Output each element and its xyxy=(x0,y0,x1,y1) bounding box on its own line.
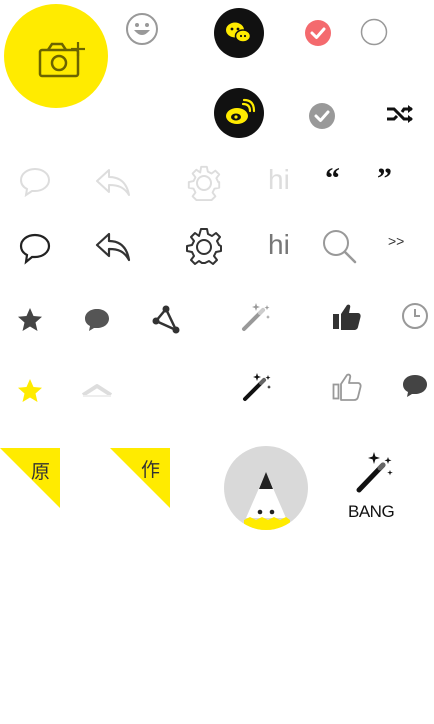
work-badge-label: 作 xyxy=(141,459,161,481)
chevron-up-icon[interactable] xyxy=(80,380,114,400)
weibo-icon[interactable] xyxy=(214,88,264,138)
thumbs-up-outline-icon[interactable] xyxy=(331,372,363,402)
settings-light-icon[interactable] xyxy=(185,164,223,202)
reply-light-icon[interactable] xyxy=(94,166,132,198)
thumbs-up-filled-icon[interactable] xyxy=(331,302,363,332)
magic-wand-icon[interactable] xyxy=(240,370,274,404)
open-quote-label: “ xyxy=(325,162,340,195)
chat-bubble-dark-icon[interactable] xyxy=(401,373,429,399)
original-badge-label: 原 xyxy=(31,461,51,483)
unchecked-circle-icon[interactable] xyxy=(360,18,388,46)
checked-circle-icon[interactable] xyxy=(304,19,332,47)
double-chevron-label[interactable]: >> xyxy=(388,233,404,249)
settings-icon[interactable] xyxy=(185,227,223,265)
reply-icon[interactable] xyxy=(94,230,132,264)
bang-label: BANG xyxy=(348,502,395,521)
search-icon[interactable] xyxy=(321,228,357,264)
star-dark-icon[interactable] xyxy=(16,306,44,334)
share-icon[interactable] xyxy=(151,304,181,334)
wechat-icon[interactable] xyxy=(214,8,264,58)
comment-outline-icon[interactable] xyxy=(18,232,52,266)
bang-logo[interactable]: BANG xyxy=(346,450,402,522)
shuffle-icon[interactable] xyxy=(385,103,415,125)
smile-icon[interactable] xyxy=(125,12,159,46)
camera-add-button[interactable] xyxy=(4,4,108,108)
magic-wand-gray-icon[interactable] xyxy=(239,300,273,334)
hi-light-label: hi xyxy=(268,164,290,195)
hi-label: hi xyxy=(268,229,290,260)
original-badge: 原 xyxy=(0,448,60,508)
check-gray-icon[interactable] xyxy=(308,102,336,130)
close-quote-label: ” xyxy=(377,162,392,195)
corner-triangle-icon xyxy=(0,448,60,508)
pencil-avatar-icon[interactable] xyxy=(224,446,308,530)
corner-triangle-icon xyxy=(110,448,170,508)
chat-bubble-icon[interactable] xyxy=(83,307,111,333)
star-yellow-icon[interactable] xyxy=(16,377,44,405)
clock-icon[interactable] xyxy=(401,302,429,330)
camera-add-icon xyxy=(38,42,85,78)
work-badge: 作 xyxy=(110,448,170,508)
comment-outline-light-icon[interactable] xyxy=(18,166,52,198)
magic-wand-icon xyxy=(356,452,393,493)
